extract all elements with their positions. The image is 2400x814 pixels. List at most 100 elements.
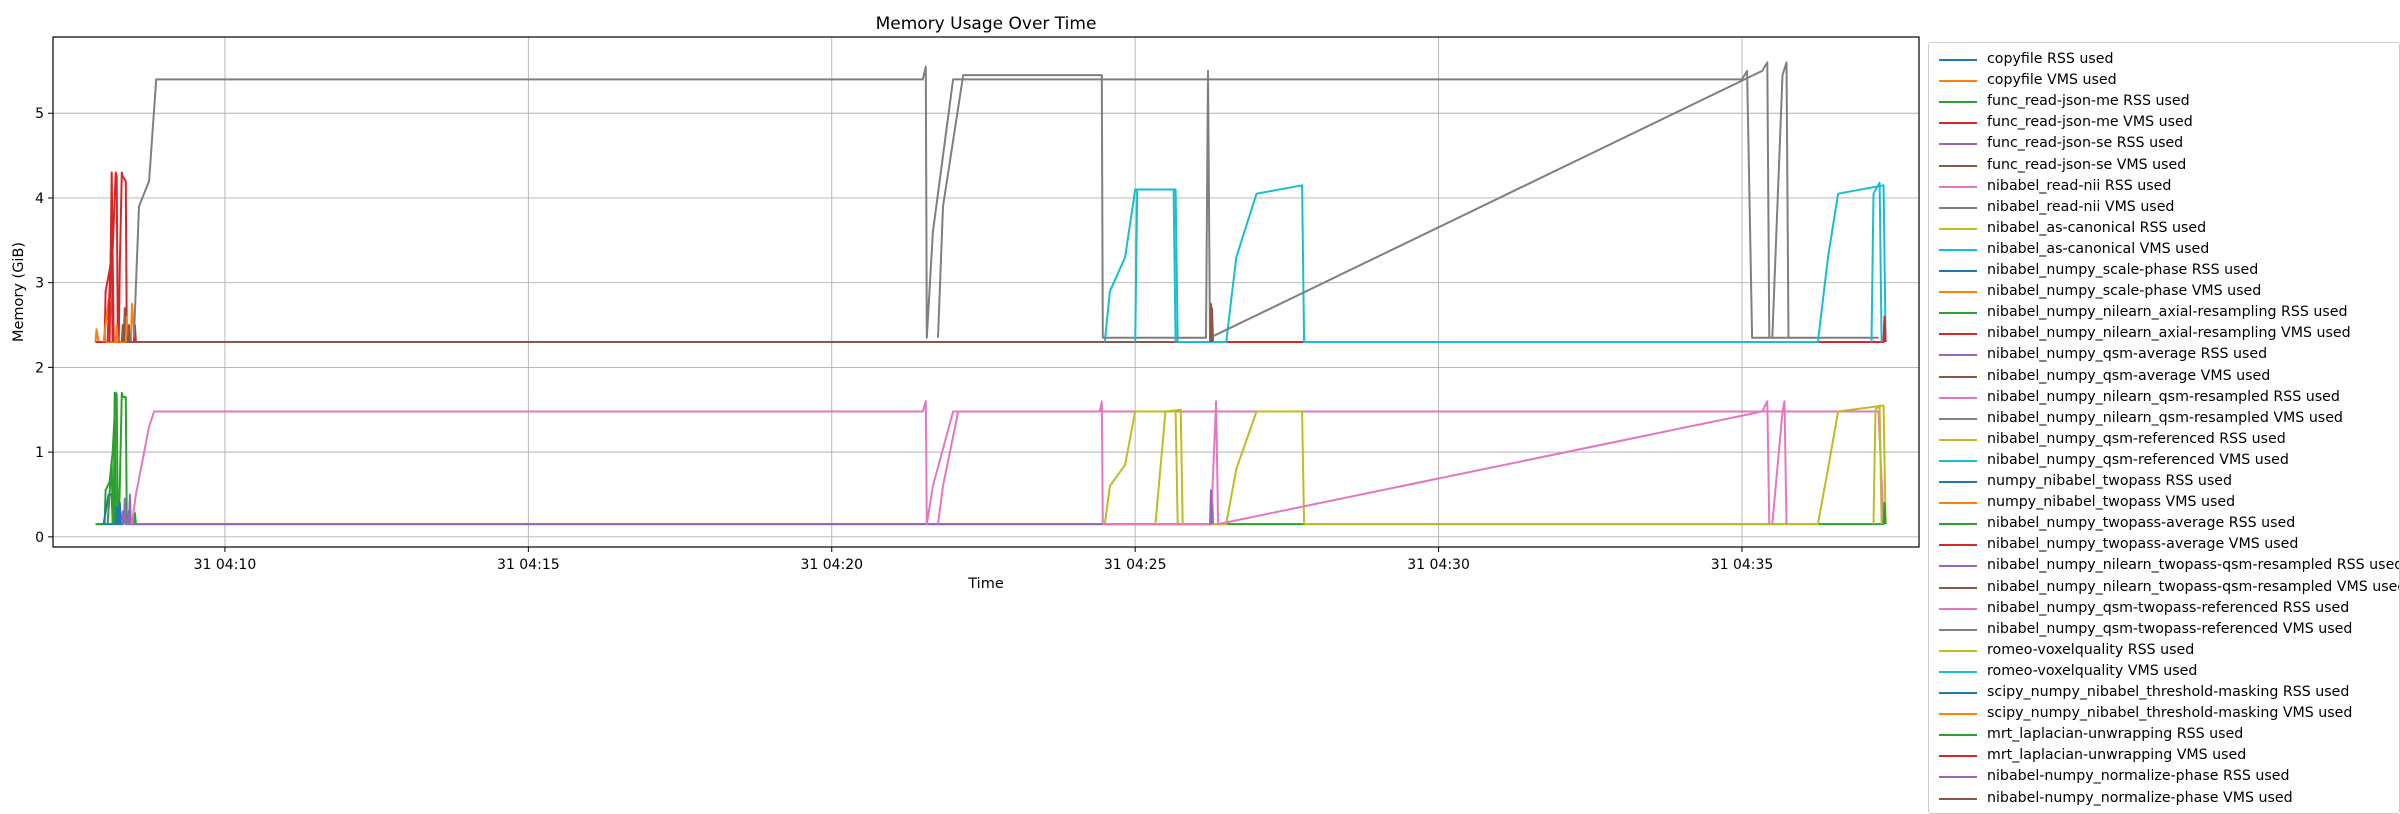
series-line-28 — [1872, 404, 1883, 525]
series-line-18 — [1154, 408, 1184, 525]
chart-legend: copyfile RSS used copyfile VMS used func_r… — [1928, 42, 2400, 814]
legend-entry: func_read-json-se VMS used — [1929, 155, 2399, 176]
legend-entry: nibabel-numpy_normalize-phase VMS used — [1929, 788, 2399, 809]
legend-entry: mrt_laplacian-unwrapping VMS used — [1929, 745, 2399, 766]
legend-entry: scipy_numpy_nibabel_threshold-masking RS… — [1929, 682, 2399, 703]
legend-swatch — [1939, 502, 1977, 505]
series-line-29 — [1870, 181, 1883, 343]
y-axis-label: Memory (GiB) — [11, 242, 27, 342]
legend-entry: nibabel_numpy_nilearn_twopass-qsm-resamp… — [1929, 555, 2399, 576]
legend-swatch — [1939, 438, 1977, 441]
legend-entry: nibabel_numpy_qsm-average RSS used — [1929, 344, 2399, 365]
legend-entry: scipy_numpy_nibabel_threshold-masking VM… — [1929, 703, 2399, 724]
legend-entry: nibabel_numpy_nilearn_axial-resampling V… — [1929, 323, 2399, 344]
legend-swatch — [1939, 417, 1977, 420]
legend-label: romeo-voxelquality RSS used — [1987, 641, 2195, 658]
legend-entry: func_read-json-me RSS used — [1929, 91, 2399, 112]
series-line-34 — [120, 510, 125, 525]
series-line-10 — [117, 501, 122, 525]
series-line-25 — [1209, 302, 1213, 343]
y-tick-label: 2 — [35, 360, 44, 376]
legend-swatch — [1939, 354, 1977, 357]
legend-label: func_read-json-se VMS used — [1987, 156, 2187, 173]
legend-entry: nibabel_numpy_qsm-twopass-referenced RSS… — [1929, 598, 2399, 619]
legend-swatch — [1939, 291, 1977, 294]
series-line-35 — [120, 324, 125, 343]
legend-entry: nibabel_numpy_twopass-average VMS used — [1929, 534, 2399, 555]
legend-label: nibabel-numpy_normalize-phase VMS used — [1987, 789, 2293, 806]
legend-label: func_read-json-me VMS used — [1987, 114, 2193, 131]
y-tick-label: 3 — [35, 276, 44, 292]
legend-label: romeo-voxelquality VMS used — [1987, 662, 2198, 679]
legend-swatch — [1939, 80, 1977, 83]
legend-swatch — [1939, 713, 1977, 716]
legend-label: nibabel_read-nii RSS used — [1987, 177, 2172, 194]
legend-label: mrt_laplacian-unwrapping VMS used — [1987, 747, 2247, 764]
legend-entry: nibabel_as-canonical VMS used — [1929, 239, 2399, 260]
legend-swatch — [1939, 755, 1977, 758]
series-line-5 — [122, 307, 1215, 343]
series-line-7 — [132, 65, 1879, 339]
legend-label: nibabel_numpy_qsm-twopass-referenced RSS… — [1987, 599, 2350, 616]
legend-swatch — [1939, 312, 1977, 315]
legend-swatch — [1939, 670, 1977, 673]
legend-label: func_read-json-me RSS used — [1987, 93, 2190, 110]
legend-label: numpy_nibabel_twopass VMS used — [1987, 494, 2236, 511]
legend-entry: nibabel_numpy_nilearn_twopass-qsm-resamp… — [1929, 577, 2399, 598]
legend-entry: mrt_laplacian-unwrapping RSS used — [1929, 724, 2399, 745]
legend-label: copyfile RSS used — [1987, 51, 2114, 67]
legend-label: nibabel_numpy_qsm-average VMS used — [1987, 367, 2271, 384]
legend-entry: nibabel_numpy_qsm-average VMS used — [1929, 366, 2399, 387]
x-tick-label: 31 04:10 — [194, 557, 257, 573]
series-line-27 — [1771, 61, 1790, 338]
series-line-30 — [114, 506, 119, 525]
series-line-6 — [130, 400, 1885, 526]
legend-label: nibabel_numpy_scale-phase VMS used — [1987, 283, 2262, 300]
legend-entry: nibabel_numpy_scale-phase RSS used — [1929, 260, 2399, 281]
legend-entry: func_read-json-se RSS used — [1929, 133, 2399, 154]
legend-swatch — [1939, 206, 1977, 209]
x-tick-label: 31 04:25 — [1104, 557, 1167, 573]
legend-label: nibabel_as-canonical RSS used — [1987, 219, 2207, 236]
series-line-33 — [1882, 315, 1887, 343]
legend-label: func_read-json-se RSS used — [1987, 135, 2184, 152]
legend-swatch — [1939, 101, 1977, 104]
legend-label: nibabel_numpy_nilearn_twopass-qsm-resamp… — [1987, 578, 2400, 595]
legend-label: nibabel_numpy_nilearn_axial-resampling R… — [1987, 304, 2348, 321]
legend-swatch — [1939, 122, 1977, 125]
legend-label: nibabel_numpy_qsm-average RSS used — [1987, 346, 2268, 363]
legend-entry: nibabel_read-nii RSS used — [1929, 176, 2399, 197]
legend-label: nibabel_numpy_nilearn_twopass-qsm-resamp… — [1987, 557, 2400, 574]
legend-label: scipy_numpy_nibabel_threshold-masking VM… — [1987, 705, 2353, 722]
legend-swatch — [1939, 164, 1977, 167]
legend-entry: nibabel-numpy_normalize-phase RSS used — [1929, 766, 2399, 787]
legend-entry: nibabel_numpy_qsm-referenced RSS used — [1929, 429, 2399, 450]
legend-swatch — [1939, 565, 1977, 568]
legend-entry: romeo-voxelquality RSS used — [1929, 640, 2399, 661]
y-tick-label: 0 — [35, 530, 44, 546]
series-line-22 — [106, 459, 114, 525]
legend-label: nibabel_numpy_qsm-twopass-referenced VMS… — [1987, 620, 2353, 637]
series-line-16 — [937, 400, 1771, 526]
legend-entry: copyfile RSS used — [1929, 49, 2399, 70]
x-tick-label: 31 04:35 — [1711, 557, 1774, 573]
y-tick-label: 5 — [35, 106, 44, 122]
legend-swatch — [1939, 459, 1977, 462]
x-tick-label: 31 04:15 — [497, 557, 560, 573]
series-line-26 — [1771, 400, 1788, 525]
legend-entry: func_read-json-me VMS used — [1929, 112, 2399, 133]
y-tick-label: 1 — [35, 445, 44, 461]
legend-entry: nibabel_numpy_nilearn_axial-resampling R… — [1929, 302, 2399, 323]
legend-swatch — [1939, 185, 1977, 188]
series-line-17 — [937, 61, 1771, 339]
series-line-31 — [114, 324, 119, 343]
legend-label: nibabel_numpy_qsm-referenced RSS used — [1987, 430, 2286, 447]
y-tick-label: 4 — [35, 191, 44, 207]
legend-swatch — [1939, 776, 1977, 779]
legend-swatch — [1939, 333, 1977, 336]
legend-label: numpy_nibabel_twopass RSS used — [1987, 473, 2233, 489]
legend-entry: copyfile VMS used — [1929, 70, 2399, 91]
legend-label: nibabel_numpy_nilearn_qsm-resampled VMS … — [1987, 409, 2343, 426]
legend-entry: nibabel_numpy_qsm-referenced VMS used — [1929, 450, 2399, 471]
legend-entry: romeo-voxelquality VMS used — [1929, 661, 2399, 682]
